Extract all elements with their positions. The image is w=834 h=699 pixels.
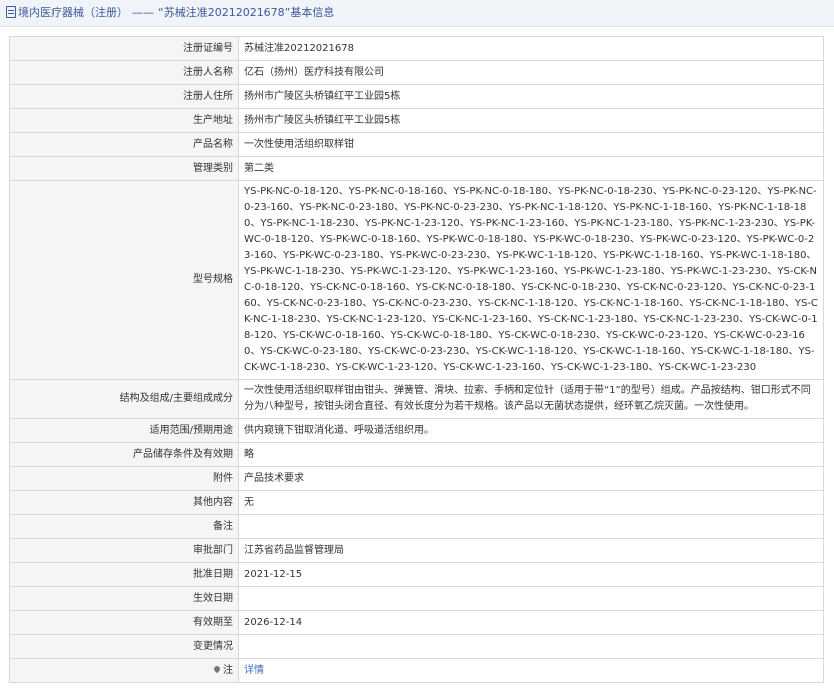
table-row: 产品储存条件及有效期 略 xyxy=(9,442,824,467)
table-row: 管理类别 第二类 xyxy=(9,156,824,181)
header-title: “苏械注准20212021678”基本信息 xyxy=(158,6,335,19)
table-row: 附件 产品技术要求 xyxy=(9,466,824,491)
row-label-storage-validity: 产品储存条件及有效期 xyxy=(9,442,239,467)
row-value-registrant-address: 扬州市广陵区头桥镇红平工业园5栋 xyxy=(238,84,824,109)
document-icon xyxy=(6,6,16,18)
row-value-change-status xyxy=(238,634,824,659)
row-value-remarks xyxy=(238,514,824,539)
row-label-registrant-address: 注册人住所 xyxy=(9,84,239,109)
row-value-approval-department: 江苏省药品监督管理局 xyxy=(238,538,824,563)
table-row: 适用范围/预期用途 供内窥镜下钳取消化道、呼吸道活组织用。 xyxy=(9,418,824,443)
row-value-effective-date xyxy=(238,586,824,611)
row-value-production-address: 扬州市广陵区头桥镇红平工业园5栋 xyxy=(238,108,824,133)
row-label-management-category: 管理类别 xyxy=(9,156,239,181)
table-row: 生效日期 xyxy=(9,586,824,611)
table-row: 注册证编号 苏械注准20212021678 xyxy=(9,36,824,61)
row-label-remarks: 备注 xyxy=(9,514,239,539)
table-row: 注 详情 xyxy=(9,658,824,683)
row-label-production-address: 生产地址 xyxy=(9,108,239,133)
row-label-structure-composition: 结构及组成/主要组成成分 xyxy=(9,379,239,419)
info-table: 注册证编号 苏械注准20212021678 注册人名称 亿石（扬州）医疗科技有限… xyxy=(9,36,824,683)
row-value-structure-composition: 一次性使用活组织取样钳由钳头、弹簧管、滑块、拉索、手柄和定位针（适用于带“1”的… xyxy=(238,379,824,419)
table-row: 备注 xyxy=(9,514,824,539)
table-row: 型号规格 YS-PK-NC-0-18-120、YS-PK-NC-0-18-160… xyxy=(9,180,824,380)
pin-icon xyxy=(212,664,222,673)
row-value-approval-date: 2021-12-15 xyxy=(238,562,824,587)
row-label-approval-date: 批准日期 xyxy=(9,562,239,587)
row-label-other-content: 其他内容 xyxy=(9,490,239,515)
row-value-registration-number: 苏械注准20212021678 xyxy=(238,36,824,61)
row-label-approval-department: 审批部门 xyxy=(9,538,239,563)
row-label-product-name: 产品名称 xyxy=(9,132,239,157)
table-row: 结构及组成/主要组成成分 一次性使用活组织取样钳由钳头、弹簧管、滑块、拉索、手柄… xyxy=(9,379,824,419)
content-area: 注册证编号 苏械注准20212021678 注册人名称 亿石（扬州）医疗科技有限… xyxy=(0,27,834,683)
row-label-change-status: 变更情况 xyxy=(9,634,239,659)
row-value-model-spec: YS-PK-NC-0-18-120、YS-PK-NC-0-18-160、YS-P… xyxy=(238,180,824,380)
note-label: 注 xyxy=(223,664,233,676)
row-label-intended-use: 适用范围/预期用途 xyxy=(9,418,239,443)
table-row: 产品名称 一次性使用活组织取样钳 xyxy=(9,132,824,157)
table-row: 有效期至 2026-12-14 xyxy=(9,610,824,635)
header-separator: —— xyxy=(132,6,154,19)
table-row: 变更情况 xyxy=(9,634,824,659)
row-label-note: 注 xyxy=(9,658,239,683)
row-label-model-spec: 型号规格 xyxy=(9,180,239,380)
row-value-registrant-name: 亿石（扬州）医疗科技有限公司 xyxy=(238,60,824,85)
table-row: 生产地址 扬州市广陵区头桥镇红平工业园5栋 xyxy=(9,108,824,133)
row-value-storage-validity: 略 xyxy=(238,442,824,467)
row-value-note: 详情 xyxy=(238,658,824,683)
header-section: 境内医疗器械（注册） xyxy=(18,6,128,19)
row-value-valid-until: 2026-12-14 xyxy=(238,610,824,635)
row-label-registrant-name: 注册人名称 xyxy=(9,60,239,85)
table-row: 审批部门 江苏省药品监督管理局 xyxy=(9,538,824,563)
page-header: 境内医疗器械（注册） —— “苏械注准20212021678”基本信息 xyxy=(0,0,834,27)
row-label-effective-date: 生效日期 xyxy=(9,586,239,611)
row-value-other-content: 无 xyxy=(238,490,824,515)
details-link[interactable]: 详情 xyxy=(244,665,264,676)
row-value-product-name: 一次性使用活组织取样钳 xyxy=(238,132,824,157)
row-value-intended-use: 供内窥镜下钳取消化道、呼吸道活组织用。 xyxy=(238,418,824,443)
table-row: 注册人名称 亿石（扬州）医疗科技有限公司 xyxy=(9,60,824,85)
row-label-registration-number: 注册证编号 xyxy=(9,36,239,61)
row-value-management-category: 第二类 xyxy=(238,156,824,181)
row-label-attachment: 附件 xyxy=(9,466,239,491)
row-label-valid-until: 有效期至 xyxy=(9,610,239,635)
row-value-attachment: 产品技术要求 xyxy=(238,466,824,491)
table-row: 批准日期 2021-12-15 xyxy=(9,562,824,587)
table-row: 其他内容 无 xyxy=(9,490,824,515)
table-row: 注册人住所 扬州市广陵区头桥镇红平工业园5栋 xyxy=(9,84,824,109)
